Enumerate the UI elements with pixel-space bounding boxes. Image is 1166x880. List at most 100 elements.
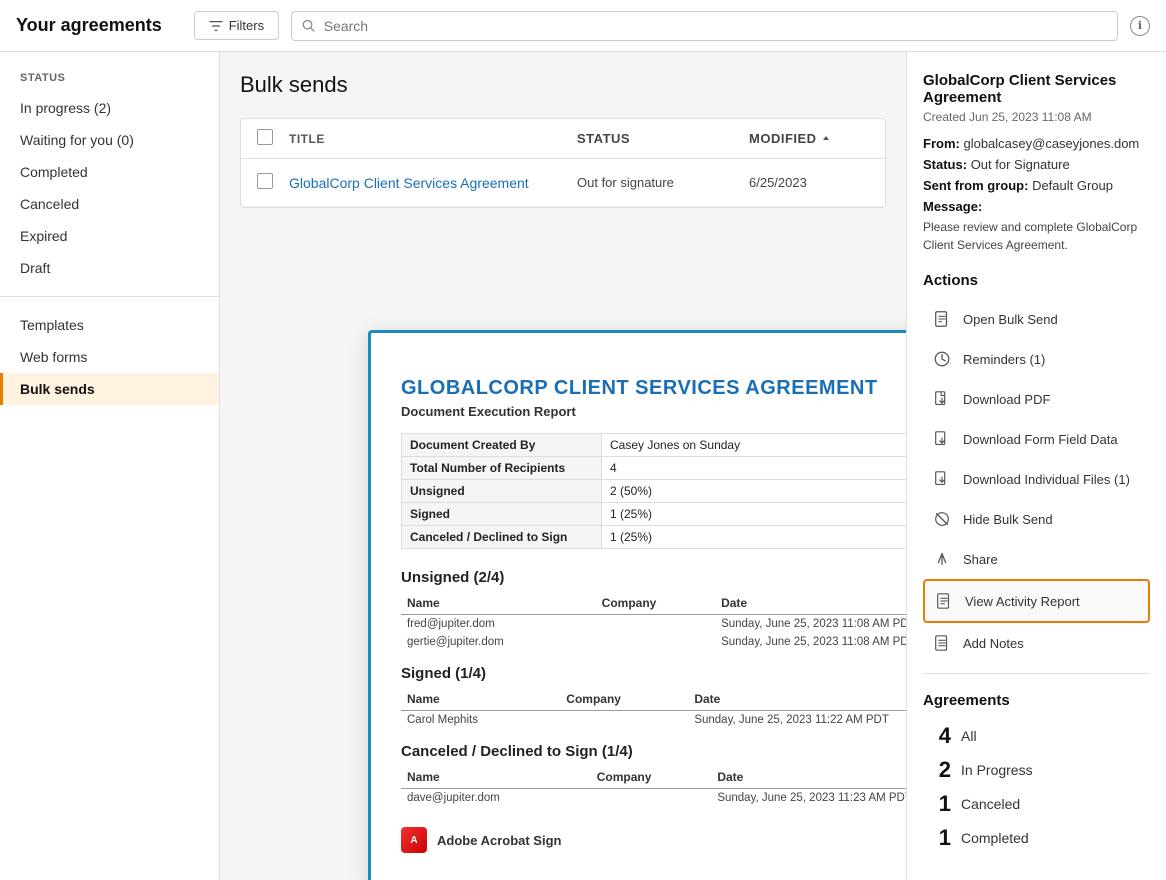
summary-value-unsigned: 2 (50%) [602,480,907,503]
filter-button[interactable]: Filters [194,11,279,40]
panel-created: Created Jun 25, 2023 11:08 AM [923,110,1150,124]
filter-icon [209,19,223,33]
sidebar-item-templates[interactable]: Templates [0,309,219,341]
select-all-checkbox[interactable] [257,129,273,145]
action-download-form-field-label: Download Form Field Data [963,432,1118,447]
signed-company-1 [560,711,688,730]
row-modified: 6/25/2023 [749,175,869,190]
sidebar-item-in-progress[interactable]: In progress (2) [0,92,219,124]
unsigned-name-1: fred@jupiter.dom [401,615,596,634]
action-download-pdf[interactable]: Download PDF [923,379,1150,419]
action-reminders[interactable]: Reminders (1) [923,339,1150,379]
add-notes-icon [931,632,953,654]
panel-status-value: Out for Signature [971,157,1070,172]
unsigned-company-1 [596,615,715,634]
stat-all-label: All [961,728,977,744]
unsigned-section-title: Unsigned (2/4) [401,569,906,586]
stat-canceled: 1 Canceled [923,787,1150,821]
row-check[interactable] [257,173,277,192]
agreements-table: TITLE STATUS MODIFIED GlobalCorp Client … [240,118,886,208]
action-share-label: Share [963,552,998,567]
canceled-company-1 [591,789,712,808]
sidebar-item-completed[interactable]: Completed [0,156,219,188]
sidebar-item-draft[interactable]: Draft [0,252,219,284]
action-download-individual-label: Download Individual Files (1) [963,472,1130,487]
sidebar-divider [0,296,219,297]
open-bulk-send-icon [931,308,953,330]
download-individual-icon [931,468,953,490]
sidebar-item-waiting[interactable]: Waiting for you (0) [0,124,219,156]
action-hide-bulk-send[interactable]: Hide Bulk Send [923,499,1150,539]
sort-icon [821,134,831,144]
table-row[interactable]: GlobalCorp Client Services Agreement Out… [241,159,885,207]
panel-status-label: Status: [923,157,967,172]
stat-canceled-label: Canceled [961,796,1020,812]
panel-status: Status: Out for Signature [923,157,1150,172]
panel-message-value: Please review and complete GlobalCorp Cl… [923,218,1150,254]
report-subtitle: Document Execution Report [401,404,906,419]
header-check[interactable] [257,129,277,148]
report-overlay: Print this report GLOBALCORP CLIENT SERV… [368,330,906,880]
unsigned-date-1: Sunday, June 25, 2023 11:08 AM PDT [715,615,906,634]
summary-value-canceled: 1 (25%) [602,526,907,549]
info-icon[interactable]: ℹ [1130,16,1150,36]
agreements-stats: 4 All 2 In Progress 1 Canceled 1 Complet… [923,719,1150,855]
summary-value-recipients: 4 [602,457,907,480]
stat-in-progress-num: 2 [923,757,951,783]
action-download-pdf-label: Download PDF [963,392,1050,407]
action-download-form-field[interactable]: Download Form Field Data [923,419,1150,459]
col-modified-header[interactable]: MODIFIED [749,131,869,146]
stat-in-progress-label: In Progress [961,762,1033,778]
main-content: Bulk sends TITLE STATUS MODIFIED [220,52,906,228]
action-view-activity-report[interactable]: View Activity Report [923,579,1150,623]
summary-label-created-by: Document Created By [402,434,602,457]
reminders-icon [931,348,953,370]
stat-all: 4 All [923,719,1150,753]
stat-canceled-num: 1 [923,791,951,817]
print-report-button[interactable]: Print this report [401,353,906,367]
sidebar-item-canceled[interactable]: Canceled [0,188,219,220]
canceled-table: Name Company Date dave@jupiter.dom Sunda… [401,766,906,807]
panel-from: From: globalcasey@caseyjones.dom [923,136,1150,151]
stat-completed-num: 1 [923,825,951,851]
search-input[interactable] [324,18,1107,34]
signed-row-1: Carol Mephits Sunday, June 25, 2023 11:2… [401,711,906,730]
canceled-col-name: Name [401,766,591,789]
unsigned-date-2: Sunday, June 25, 2023 11:08 AM PDT [715,633,906,651]
panel-sent-from-label: Sent from group: [923,178,1028,193]
sidebar-item-web-forms[interactable]: Web forms [0,341,219,373]
table-header: TITLE STATUS MODIFIED [241,119,885,159]
action-download-individual[interactable]: Download Individual Files (1) [923,459,1150,499]
report-footer-brand: Adobe Acrobat Sign [437,833,561,848]
signed-col-date: Date [688,688,906,711]
actions-section-title: Actions [923,272,1150,289]
hide-bulk-send-icon [931,508,953,530]
action-share[interactable]: Share [923,539,1150,579]
action-add-notes[interactable]: Add Notes [923,623,1150,663]
signed-section-title: Signed (1/4) [401,665,906,682]
canceled-col-date: Date [711,766,906,789]
stat-completed-label: Completed [961,830,1029,846]
sidebar-item-expired[interactable]: Expired [0,220,219,252]
sidebar-item-bulk-sends[interactable]: Bulk sends [0,373,219,405]
summary-value-signed: 1 (25%) [602,503,907,526]
row-title[interactable]: GlobalCorp Client Services Agreement [289,175,565,191]
search-bar[interactable] [291,11,1118,41]
canceled-section-title: Canceled / Declined to Sign (1/4) [401,743,906,760]
action-reminders-label: Reminders (1) [963,352,1045,367]
signed-col-name: Name [401,688,560,711]
unsigned-company-2 [596,633,715,651]
row-checkbox[interactable] [257,173,273,189]
panel-from-value: globalcasey@caseyjones.dom [963,136,1139,151]
report-footer: A Adobe Acrobat Sign [401,827,906,853]
download-pdf-icon [931,388,953,410]
summary-row-signed: Signed 1 (25%) [402,503,907,526]
action-hide-bulk-send-label: Hide Bulk Send [963,512,1053,527]
action-open-bulk-send[interactable]: Open Bulk Send [923,299,1150,339]
report-title: GLOBALCORP CLIENT SERVICES AGREEMENT [401,377,906,400]
download-form-field-icon [931,428,953,450]
signed-date-1: Sunday, June 25, 2023 11:22 AM PDT [688,711,906,730]
topbar: Your agreements Filters ℹ [0,0,1166,52]
search-icon [302,19,316,33]
summary-label-unsigned: Unsigned [402,480,602,503]
